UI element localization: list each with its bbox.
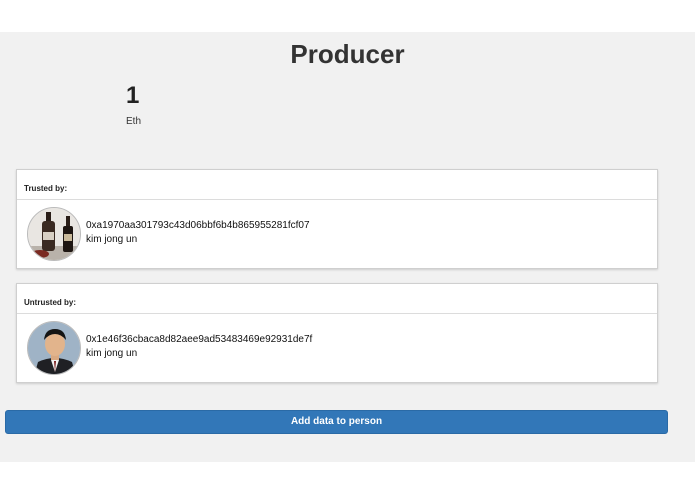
- untrusted-person-item[interactable]: 0x1e46f36cbaca8d82aee9ad53483469e92931de…: [17, 314, 657, 382]
- untrusted-panel: Untrusted by: 0x1e46f36cbaca8d82aee9ad53…: [16, 283, 658, 383]
- trusted-person-name: kim jong un: [86, 234, 138, 245]
- balance-value: 1: [126, 82, 140, 109]
- trusted-person-address: 0xa1970aa301793c43d06bbf6b4b865955281fcf…: [86, 220, 310, 231]
- page-title: Producer: [290, 39, 405, 69]
- producer-page: Producer 1 Eth Trusted by: 0xa1970aa3017…: [0, 32, 695, 462]
- portrait-avatar-icon: [27, 321, 81, 375]
- trusted-panel-header: Trusted by:: [17, 170, 657, 200]
- untrusted-panel-header: Untrusted by:: [17, 284, 657, 314]
- untrusted-person-address: 0x1e46f36cbaca8d82aee9ad53483469e92931de…: [86, 334, 313, 345]
- trusted-person-item[interactable]: 0xa1970aa301793c43d06bbf6b4b865955281fcf…: [17, 200, 657, 268]
- trusted-panel: Trusted by: 0xa1970aa301793c43d06bbf6b4b…: [16, 169, 658, 269]
- bottle-avatar-icon: [27, 207, 81, 261]
- balance-unit: Eth: [126, 116, 142, 127]
- add-data-button[interactable]: Add data to person: [5, 410, 668, 434]
- untrusted-person-name: kim jong un: [86, 348, 138, 359]
